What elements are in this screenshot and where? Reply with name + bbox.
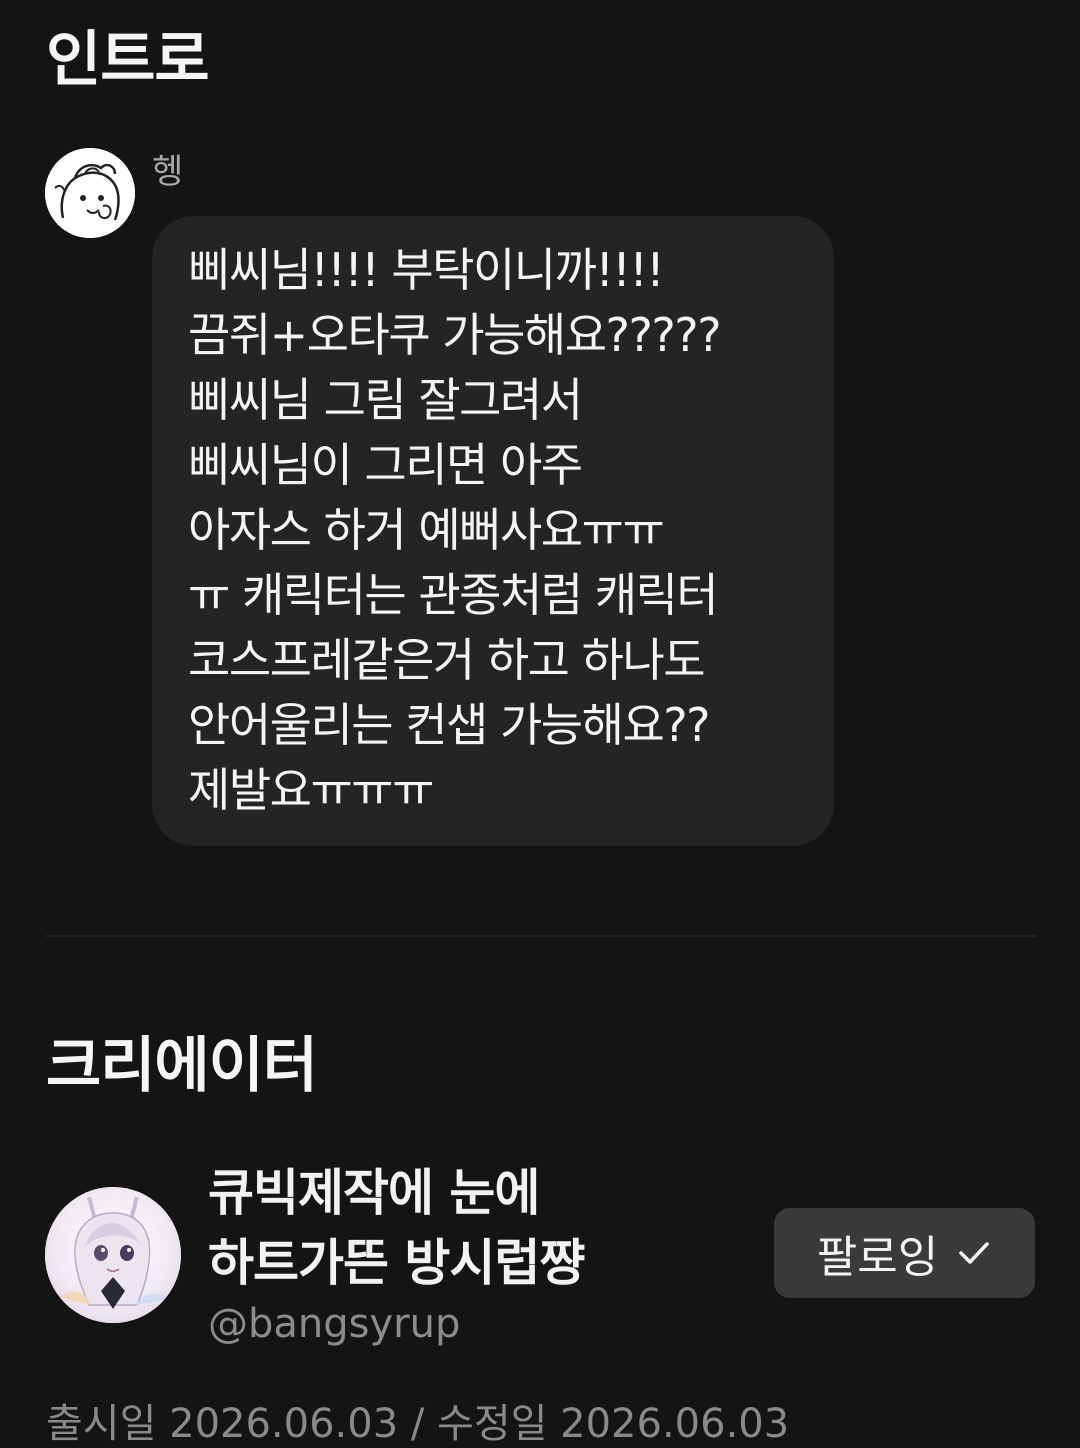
creator-name[interactable]: 큐빅제작에 눈에 하트가뜬 방시럽쨩 — [208, 1158, 585, 1298]
creator-section-title: 크리에이터 — [46, 1031, 318, 1101]
requester-name: 헹 — [152, 152, 184, 192]
sketch-character-avatar-icon — [45, 148, 135, 238]
message-line: ㅠ 캐릭터는 관종처럼 캐릭터 — [188, 568, 719, 622]
creator-name-line: 하트가뜬 방시럽쨩 — [208, 1234, 585, 1292]
message-line: 안어울리는 컨샙 가능해요?? — [188, 698, 711, 752]
message-line: 코스프레같은거 하고 하나도 — [188, 633, 706, 687]
request-message-bubble: 삐씨님!!!! 부탁이니까!!!! 끔쥐+오타쿠 가능해요????? 삐씨님 그… — [152, 216, 834, 846]
following-button[interactable]: 팔로잉 — [774, 1208, 1035, 1298]
message-line: 끔쥐+오타쿠 가능해요????? — [188, 308, 722, 362]
message-line: 삐씨님 그림 잘그려서 — [188, 373, 583, 427]
message-line: 제발요ㅠㅠㅠ — [188, 763, 434, 817]
section-divider — [46, 935, 1036, 937]
message-line: 삐씨님!!!! 부탁이니까!!!! — [188, 243, 665, 297]
message-line: 삐씨님이 그리면 아주 — [188, 438, 583, 492]
creator-name-line: 큐빅제작에 눈에 — [208, 1164, 540, 1222]
release-date-info: 출시일 2026.06.03 / 수정일 2026.06.03 — [46, 1401, 790, 1447]
intro-section-title: 인트로 — [46, 25, 210, 95]
check-icon — [959, 1242, 989, 1264]
creator-avatar[interactable] — [45, 1187, 181, 1323]
message-line: 아자스 하거 예뻐사요ㅠㅠ — [188, 503, 665, 557]
following-label: 팔로잉 — [816, 1232, 939, 1283]
requester-avatar[interactable] — [45, 148, 135, 238]
anime-character-avatar-icon — [45, 1187, 181, 1323]
creator-handle: @bangsyrup — [208, 1301, 461, 1347]
